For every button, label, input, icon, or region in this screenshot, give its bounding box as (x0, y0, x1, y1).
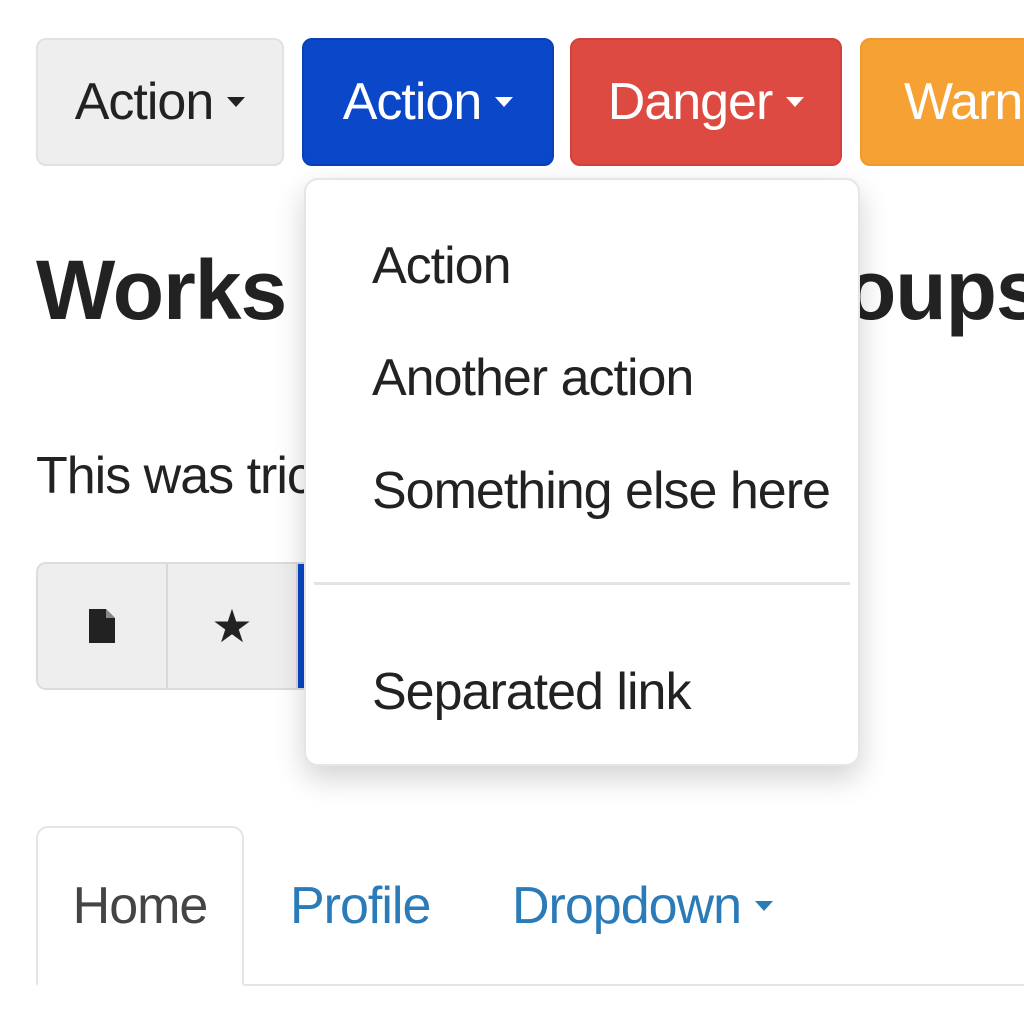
warning-button-label: Warnin (904, 73, 1024, 131)
action-dropdown-button[interactable]: Action (36, 38, 284, 166)
warning-dropdown-button[interactable]: Warnin (860, 38, 1024, 166)
icon-button-group: ★ (36, 562, 328, 690)
tab-dropdown[interactable]: Dropdown (512, 826, 774, 986)
star-button[interactable]: ★ (168, 564, 298, 688)
caret-down-icon (786, 97, 805, 107)
heading-end: oups (845, 243, 1024, 337)
primary-action-dropdown-button[interactable]: Action (302, 38, 554, 166)
page-heading: Works oups (36, 242, 1024, 339)
menu-item-separated-link[interactable]: Separated link (372, 662, 691, 722)
tab-dropdown-label: Dropdown (512, 877, 742, 935)
caret-down-icon (495, 97, 514, 107)
menu-item-another-action[interactable]: Another action (372, 348, 694, 408)
tab-home[interactable]: Home (36, 826, 244, 986)
heading-start: Works (36, 243, 287, 337)
caret-down-icon (227, 97, 246, 107)
caret-down-icon (755, 901, 774, 911)
menu-divider (314, 582, 850, 585)
dropdown-menu: Action Another action Something else her… (304, 178, 860, 766)
menu-item-something-else[interactable]: Something else here (372, 461, 831, 521)
description-text: This was trick (36, 447, 338, 505)
star-icon: ★ (211, 600, 253, 652)
file-button[interactable] (38, 564, 168, 688)
file-icon (89, 609, 115, 643)
menu-item-action[interactable]: Action (372, 236, 512, 296)
danger-dropdown-button[interactable]: Danger (570, 38, 842, 166)
nav-tabs: Home Profile Dropdown (36, 826, 1024, 986)
danger-button-label: Danger (607, 73, 774, 131)
primary-action-button-label: Action (342, 73, 483, 131)
tab-profile[interactable]: Profile (290, 826, 431, 986)
action-button-label: Action (74, 73, 215, 131)
